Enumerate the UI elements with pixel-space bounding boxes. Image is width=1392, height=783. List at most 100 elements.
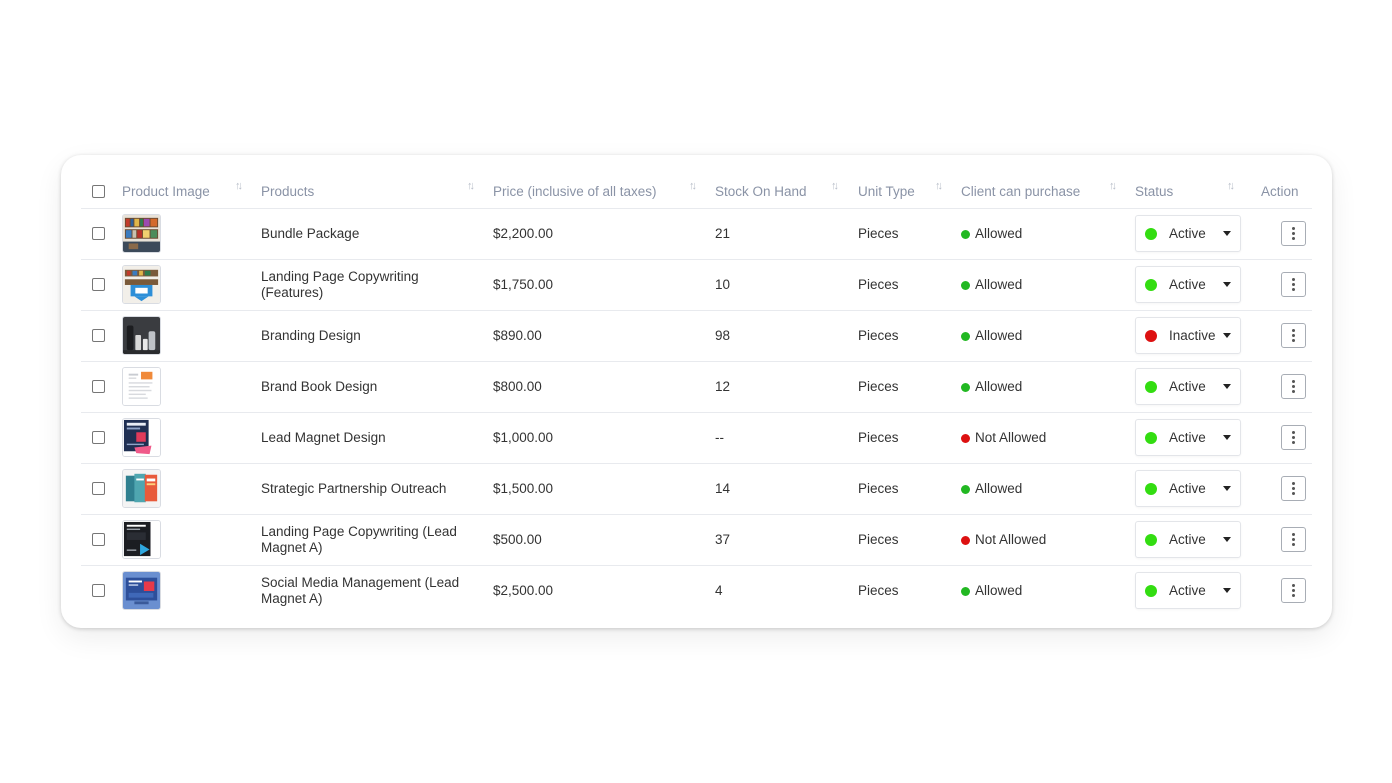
caret-down-icon xyxy=(1223,435,1231,440)
product-name[interactable]: Social Media Management (Lead Magnet A) xyxy=(261,565,493,616)
product-name[interactable]: Branding Design xyxy=(261,310,493,362)
row-actions-button[interactable] xyxy=(1281,578,1306,604)
status-dot-icon xyxy=(1145,533,1157,546)
status-label: Inactive xyxy=(1169,328,1216,343)
column-stock[interactable]: Stock On Hand ↑↓ xyxy=(715,174,858,209)
row-checkbox[interactable] xyxy=(92,533,105,546)
status-dropdown[interactable]: Active xyxy=(1135,266,1241,303)
status-dropdown[interactable]: Active xyxy=(1135,521,1241,558)
sort-arrows-icon[interactable]: ↑↓ xyxy=(935,180,943,192)
row-checkbox[interactable] xyxy=(92,329,105,342)
product-price: $800.00 xyxy=(493,361,715,413)
purchase-status-dot-icon xyxy=(961,230,970,239)
table-row[interactable]: Bundle Package $2,200.00 21 Pieces Allow… xyxy=(81,208,1312,260)
dark-ebook-thumbnail xyxy=(122,520,161,559)
column-product-image[interactable]: Product Image ↑↓ xyxy=(122,174,261,209)
product-name[interactable]: Landing Page Copywriting (Lead Magnet A) xyxy=(261,514,493,566)
product-name[interactable]: Landing Page Copywriting (Features) xyxy=(261,259,493,311)
caret-down-icon xyxy=(1223,384,1231,389)
product-price: $1,000.00 xyxy=(493,412,715,464)
sort-arrows-icon[interactable]: ↑↓ xyxy=(689,180,697,192)
status-label: Active xyxy=(1169,583,1206,599)
sort-arrows-icon[interactable]: ↑↓ xyxy=(1109,180,1117,192)
status-dropdown[interactable]: Active xyxy=(1135,419,1241,456)
table-row[interactable]: Landing Page Copywriting (Features) $1,7… xyxy=(81,259,1312,311)
product-name[interactable]: Bundle Package xyxy=(261,208,493,260)
status-dot-icon xyxy=(1145,329,1157,342)
select-all-checkbox[interactable] xyxy=(92,185,105,199)
table-row[interactable]: Landing Page Copywriting (Lead Magnet A)… xyxy=(81,514,1312,566)
client-purchase-cell: Not Allowed xyxy=(961,412,1135,464)
status-dot-icon xyxy=(1145,431,1157,444)
purchase-status-dot-icon xyxy=(961,332,970,341)
products-table-card: Product Image ↑↓ Products ↑↓ Price (inclus… xyxy=(61,155,1332,628)
table-row[interactable]: Lead Magnet Design $1,000.00 -- Pieces N… xyxy=(81,412,1312,464)
stock-on-hand: 21 xyxy=(715,208,858,260)
status-dropdown[interactable]: Active xyxy=(1135,470,1241,507)
status-dot-icon xyxy=(1145,482,1157,495)
stock-on-hand: 37 xyxy=(715,514,858,566)
status-label: Active xyxy=(1169,430,1206,445)
client-purchase-cell: Allowed xyxy=(961,259,1135,311)
client-purchase-label: Allowed xyxy=(975,583,1023,599)
row-checkbox[interactable] xyxy=(92,380,105,393)
client-purchase-label: Allowed xyxy=(975,328,1023,343)
product-name[interactable]: Lead Magnet Design xyxy=(261,412,493,464)
client-purchase-cell: Allowed xyxy=(961,361,1135,413)
row-actions-button[interactable] xyxy=(1281,374,1306,399)
table-row[interactable]: Social Media Management (Lead Magnet A) … xyxy=(81,565,1312,616)
table-row[interactable]: Strategic Partnership Outreach $1,500.00… xyxy=(81,463,1312,515)
status-dropdown[interactable]: Inactive xyxy=(1135,317,1241,354)
status-dot-icon xyxy=(1145,278,1157,291)
purchase-status-dot-icon xyxy=(961,281,970,290)
stock-on-hand: 14 xyxy=(715,463,858,515)
sort-arrows-icon[interactable]: ↑↓ xyxy=(235,180,243,192)
row-actions-button[interactable] xyxy=(1281,221,1306,246)
column-price[interactable]: Price (inclusive of all taxes) ↑↓ xyxy=(493,174,715,209)
purchase-status-dot-icon xyxy=(961,485,970,494)
unit-type: Pieces xyxy=(858,259,961,311)
column-products[interactable]: Products ↑↓ xyxy=(261,174,493,209)
column-client-purchase[interactable]: Client can purchase ↑↓ xyxy=(961,174,1135,209)
row-checkbox[interactable] xyxy=(92,482,105,495)
status-dot-icon xyxy=(1145,584,1157,597)
status-dropdown[interactable]: Active xyxy=(1135,368,1241,405)
row-actions-button[interactable] xyxy=(1281,323,1306,348)
kebab-menu-icon xyxy=(1292,329,1295,332)
book-covers-thumbnail xyxy=(122,469,161,508)
sort-arrows-icon[interactable]: ↑↓ xyxy=(831,180,839,192)
row-actions-button[interactable] xyxy=(1281,272,1306,297)
product-price: $2,200.00 xyxy=(493,208,715,260)
table-row[interactable]: Branding Design $890.00 98 Pieces Allowe… xyxy=(81,310,1312,362)
product-name[interactable]: Strategic Partnership Outreach xyxy=(261,463,493,515)
table-row[interactable]: Brand Book Design $800.00 12 Pieces Allo… xyxy=(81,361,1312,413)
sort-arrows-icon[interactable]: ↑↓ xyxy=(467,180,475,192)
column-unit-type[interactable]: Unit Type ↑↓ xyxy=(858,174,961,209)
row-checkbox[interactable] xyxy=(92,227,105,240)
sort-arrows-icon[interactable]: ↑↓ xyxy=(1227,180,1235,192)
client-purchase-cell: Allowed xyxy=(961,310,1135,362)
client-purchase-label: Allowed xyxy=(975,379,1023,394)
status-dropdown[interactable]: Active xyxy=(1135,215,1241,252)
client-purchase-label: Not Allowed xyxy=(975,532,1047,547)
row-actions-button[interactable] xyxy=(1281,425,1306,450)
status-label: Active xyxy=(1169,226,1206,241)
stock-on-hand: 12 xyxy=(715,361,858,413)
row-checkbox[interactable] xyxy=(92,431,105,444)
row-checkbox[interactable] xyxy=(92,278,105,291)
row-actions-button[interactable] xyxy=(1281,476,1306,501)
unit-type: Pieces xyxy=(858,463,961,515)
stock-on-hand: 10 xyxy=(715,259,858,311)
column-action: Action xyxy=(1261,174,1312,209)
product-name[interactable]: Brand Book Design xyxy=(261,361,493,413)
kebab-menu-icon xyxy=(1292,380,1295,383)
row-actions-button[interactable] xyxy=(1281,527,1306,552)
column-status[interactable]: Status ↑↓ xyxy=(1135,174,1261,209)
kebab-menu-icon xyxy=(1292,584,1295,588)
client-purchase-label: Allowed xyxy=(975,481,1023,496)
status-label: Active xyxy=(1169,379,1206,394)
client-purchase-cell: Allowed xyxy=(961,463,1135,515)
row-checkbox[interactable] xyxy=(92,584,105,598)
client-purchase-cell: Allowed xyxy=(961,208,1135,260)
status-dropdown[interactable]: Active xyxy=(1135,572,1241,610)
